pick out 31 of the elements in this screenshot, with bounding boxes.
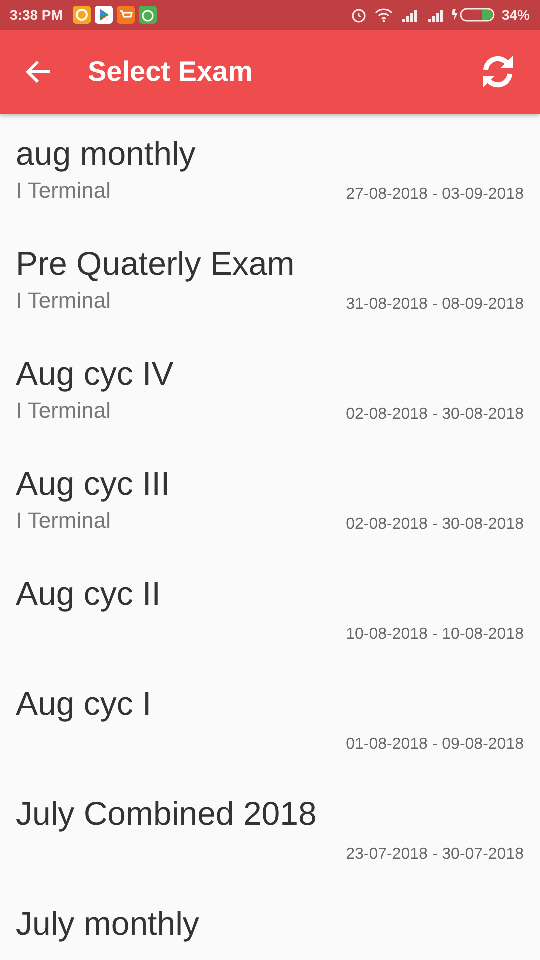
exam-dates: 27-08-2018 - 03-09-2018 (346, 186, 524, 204)
exam-term: I Terminal (16, 288, 112, 314)
exam-dates: 10-08-2018 - 10-08-2018 (346, 626, 524, 644)
exam-term: I Terminal (16, 508, 112, 534)
exam-dates: 02-08-2018 - 30-08-2018 (346, 516, 524, 534)
exam-dates: 23-07-2018 - 30-07-2018 (346, 846, 524, 864)
exam-dates: 31-08-2018 - 08-09-2018 (346, 296, 524, 314)
exam-term: I Terminal (16, 398, 112, 424)
screen-title: Select Exam (88, 56, 254, 88)
exam-dates: 01-08-2018 - 09-08-2018 (346, 736, 524, 754)
exam-name[interactable]: July monthly (16, 904, 200, 944)
exam-name[interactable]: Aug cyc I (16, 684, 152, 724)
exam-name[interactable]: Aug cyc II (16, 574, 161, 614)
exam-name[interactable]: July Combined 2018 (16, 794, 317, 834)
wifi-icon (374, 7, 394, 23)
exam-name[interactable]: Aug cyc IV (16, 354, 174, 394)
play-store-icon (94, 6, 113, 24)
alarm-icon (350, 6, 368, 24)
signal-icon (426, 8, 446, 22)
status-time: 3:38 PM (10, 7, 63, 23)
exam-name[interactable]: Pre Quaterly Exam (16, 244, 295, 284)
signal-icon (400, 8, 420, 22)
exam-name[interactable]: aug monthly (16, 134, 196, 174)
battery-icon (452, 7, 496, 23)
back-arrow-icon[interactable] (26, 60, 52, 84)
exam-term: I Terminal (16, 178, 112, 204)
cart-app-icon (116, 6, 135, 24)
refresh-icon[interactable] (480, 54, 516, 90)
battery-percent: 34% (502, 7, 530, 23)
exam-name[interactable]: Aug cyc III (16, 464, 170, 504)
exam-dates: 02-08-2018 - 30-08-2018 (346, 406, 524, 424)
